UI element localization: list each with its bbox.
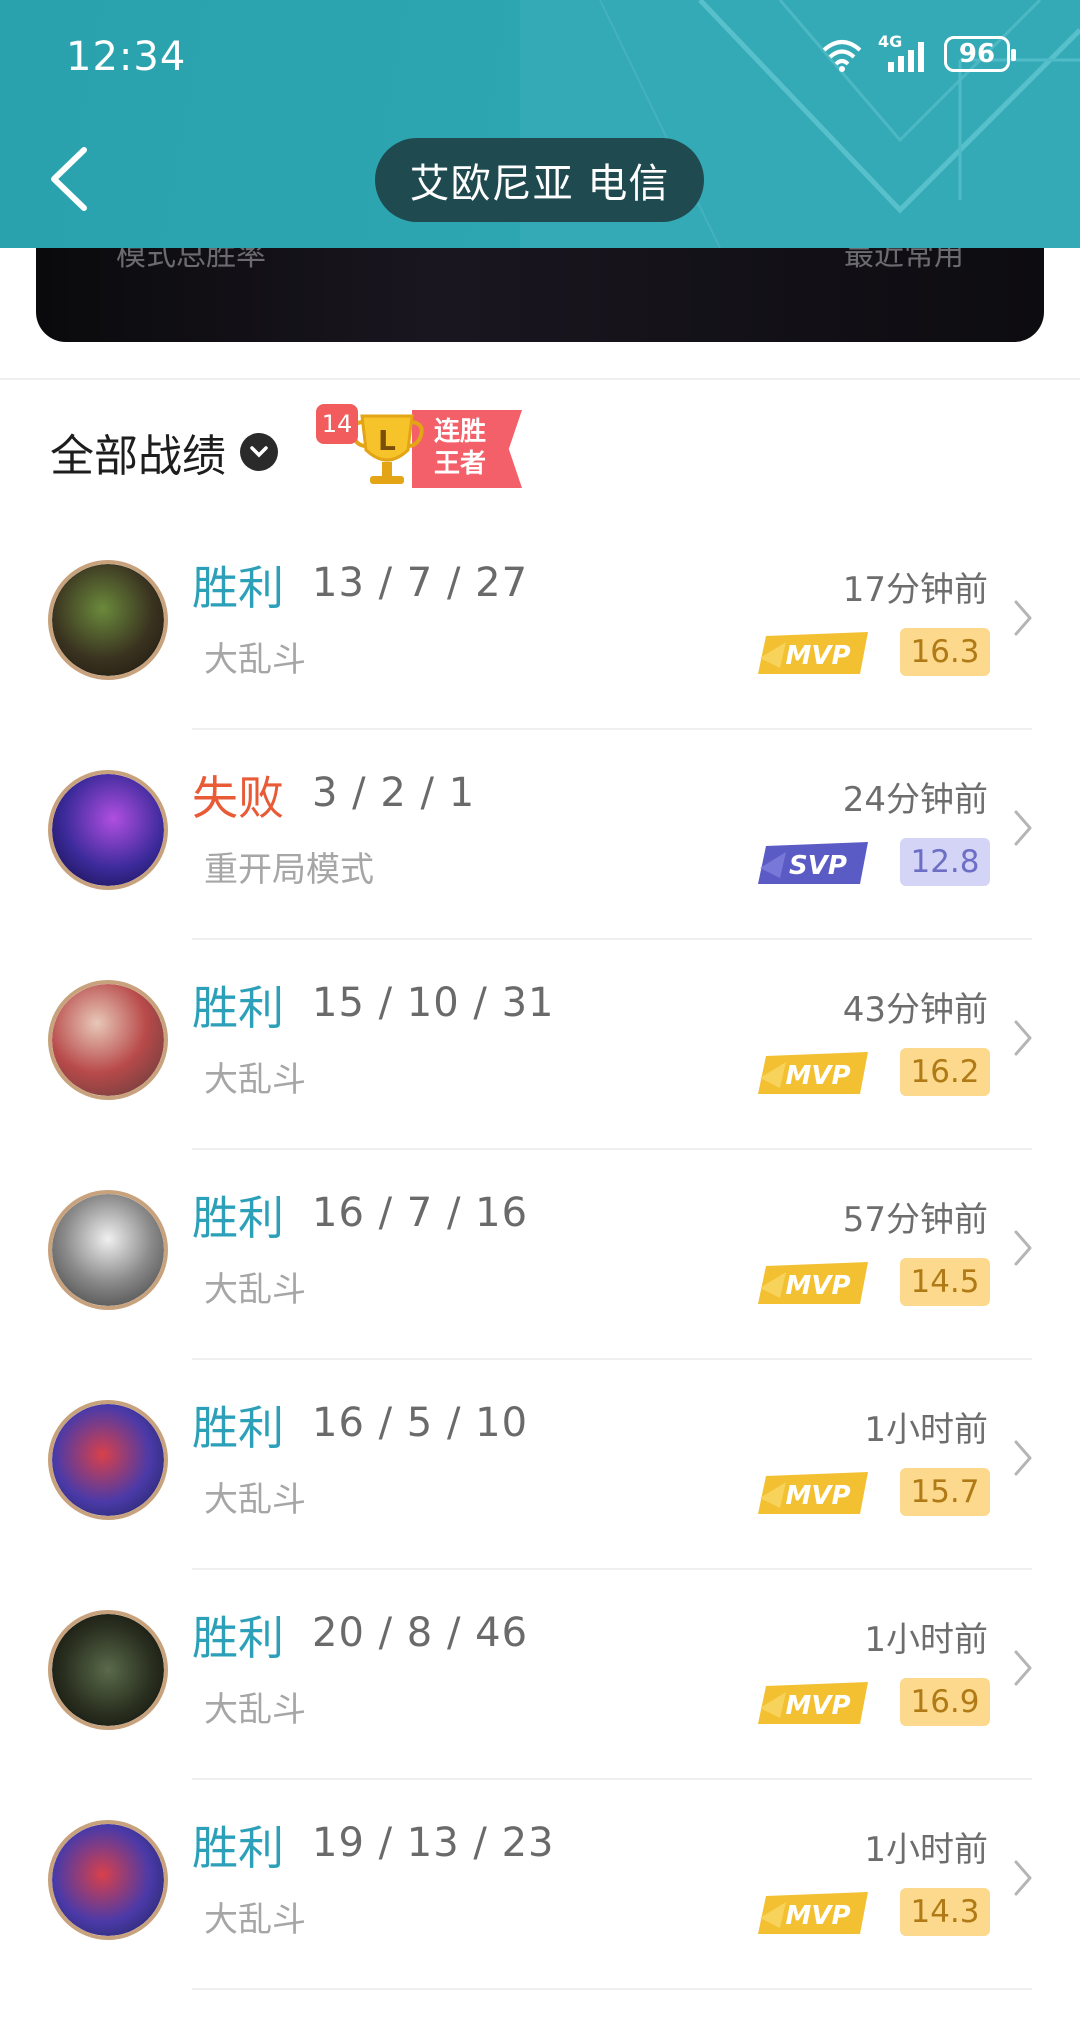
row-divider xyxy=(192,1988,1032,1990)
match-row[interactable]: 胜利 20 / 8 / 46 大乱斗 1小时前 MVP 16.9 xyxy=(0,1570,1080,1780)
chevron-right-icon[interactable] xyxy=(1012,1438,1034,1478)
filter-label: 全部战绩 xyxy=(50,431,226,482)
match-mode: 大乱斗 xyxy=(204,1060,306,1100)
match-mode: 重开局模式 xyxy=(204,850,374,890)
match-score: 14.5 xyxy=(900,1258,990,1306)
chevron-right-icon[interactable] xyxy=(1012,1228,1034,1268)
champion-avatar xyxy=(48,770,168,890)
status-time: 12:34 xyxy=(66,34,187,80)
match-kda: 15 / 10 / 31 xyxy=(312,980,555,1026)
server-title[interactable]: 艾欧尼亚 电信 xyxy=(375,138,704,222)
mvp-badge-icon: MVP xyxy=(758,1262,868,1304)
match-result: 胜利 xyxy=(192,1401,284,1455)
streak-text-line2: 王者 xyxy=(434,449,487,479)
champion-portrait xyxy=(52,1824,164,1936)
match-time: 1小时前 xyxy=(864,1830,988,1870)
match-row[interactable]: 胜利 16 / 5 / 10 大乱斗 1小时前 MVP 15.7 xyxy=(0,1360,1080,1570)
match-score: 14.3 xyxy=(900,1888,990,1936)
section-divider xyxy=(0,378,1080,380)
match-badge-label: MVP xyxy=(785,1901,850,1931)
chevron-right-icon[interactable] xyxy=(1012,1648,1034,1688)
match-row[interactable]: 胜利 15 / 10 / 31 大乱斗 43分钟前 MVP 16.2 xyxy=(0,940,1080,1150)
match-result: 胜利 xyxy=(192,561,284,615)
match-score: 16.9 xyxy=(900,1678,990,1726)
match-kda: 13 / 7 / 27 xyxy=(312,560,529,606)
mvp-badge-icon: MVP xyxy=(758,1472,868,1514)
streak-letter: L xyxy=(378,424,396,457)
match-kda: 16 / 5 / 10 xyxy=(312,1400,529,1446)
chevron-right-icon[interactable] xyxy=(1012,1018,1034,1058)
match-score: 16.3 xyxy=(900,628,990,676)
match-row[interactable]: 胜利 19 / 13 / 23 大乱斗 1小时前 MVP 14.3 xyxy=(0,1780,1080,1990)
match-row[interactable]: 失败 3 / 2 / 1 重开局模式 24分钟前 SVP 12.8 xyxy=(0,730,1080,940)
match-badge-label: SVP xyxy=(789,851,847,881)
champion-avatar xyxy=(48,1610,168,1730)
match-result: 胜利 xyxy=(192,981,284,1035)
match-score: 16.2 xyxy=(900,1048,990,1096)
win-streak-badge: 连胜 王者 L 14 xyxy=(316,402,522,494)
match-score: 12.8 xyxy=(900,838,990,886)
chevron-right-icon[interactable] xyxy=(1012,1858,1034,1898)
match-badge-label: MVP xyxy=(785,1061,850,1091)
mvp-badge-icon: MVP xyxy=(758,1682,868,1724)
match-mode: 大乱斗 xyxy=(204,1690,306,1730)
top-header: 12:34 4G 96 艾欧尼亚 电信 xyxy=(0,0,1080,248)
streak-text-line1: 连胜 xyxy=(434,417,487,447)
champion-portrait xyxy=(52,564,164,676)
champion-avatar xyxy=(48,1400,168,1520)
status-icons: 4G 96 xyxy=(820,32,1016,72)
champion-avatar xyxy=(48,1820,168,1940)
wifi-icon xyxy=(822,40,862,72)
champion-avatar xyxy=(48,980,168,1100)
match-time: 1小时前 xyxy=(864,1410,988,1450)
chevron-right-icon[interactable] xyxy=(1012,808,1034,848)
match-row[interactable]: 胜利 16 / 7 / 16 大乱斗 57分钟前 MVP 14.5 xyxy=(0,1150,1080,1360)
champion-portrait xyxy=(52,984,164,1096)
chevron-right-icon[interactable] xyxy=(1012,598,1034,638)
back-arrow-icon[interactable] xyxy=(44,144,94,214)
mvp-badge-icon: MVP xyxy=(758,1052,868,1094)
battery-indicator: 96 xyxy=(944,36,1016,72)
match-time: 24分钟前 xyxy=(842,780,988,820)
cellular-icon: 4G xyxy=(878,32,930,72)
match-time: 43分钟前 xyxy=(842,990,988,1030)
match-result: 胜利 xyxy=(192,1611,284,1665)
svp-badge-icon: SVP xyxy=(758,842,868,884)
match-mode: 大乱斗 xyxy=(204,1900,306,1940)
match-result: 失败 xyxy=(192,771,284,825)
mvp-badge-icon: MVP xyxy=(758,1892,868,1934)
match-kda: 16 / 7 / 16 xyxy=(312,1190,529,1236)
match-time: 17分钟前 xyxy=(842,570,988,610)
match-badge-label: MVP xyxy=(785,1481,850,1511)
match-row[interactable]: 胜利 13 / 7 / 27 大乱斗 17分钟前 MVP 16.3 xyxy=(0,520,1080,730)
streak-text: 连胜 王者 xyxy=(434,416,486,480)
match-result: 胜利 xyxy=(192,1191,284,1245)
match-time: 1小时前 xyxy=(864,1620,988,1660)
streak-count: 14 xyxy=(316,404,358,444)
match-list: 胜利 13 / 7 / 27 大乱斗 17分钟前 MVP 16.3 失败 3 /… xyxy=(0,520,1080,1990)
champion-portrait xyxy=(52,1614,164,1726)
mvp-badge-icon: MVP xyxy=(758,632,868,674)
match-kda: 20 / 8 / 46 xyxy=(312,1610,529,1656)
match-time: 57分钟前 xyxy=(842,1200,988,1240)
match-mode: 大乱斗 xyxy=(204,640,306,680)
match-kda: 19 / 13 / 23 xyxy=(312,1820,555,1866)
champion-portrait xyxy=(52,774,164,886)
champion-avatar xyxy=(48,560,168,680)
champion-portrait xyxy=(52,1194,164,1306)
match-filter[interactable]: 全部战绩 xyxy=(50,420,278,484)
chevron-down-icon xyxy=(240,433,278,471)
match-score: 15.7 xyxy=(900,1468,990,1516)
match-mode: 大乱斗 xyxy=(204,1480,306,1520)
champion-avatar xyxy=(48,1190,168,1310)
match-badge-label: MVP xyxy=(785,641,850,671)
match-kda: 3 / 2 / 1 xyxy=(312,770,476,816)
match-badge-label: MVP xyxy=(785,1271,850,1301)
match-mode: 大乱斗 xyxy=(204,1270,306,1310)
champion-portrait xyxy=(52,1404,164,1516)
match-badge-label: MVP xyxy=(785,1691,850,1721)
match-result: 胜利 xyxy=(192,1821,284,1875)
